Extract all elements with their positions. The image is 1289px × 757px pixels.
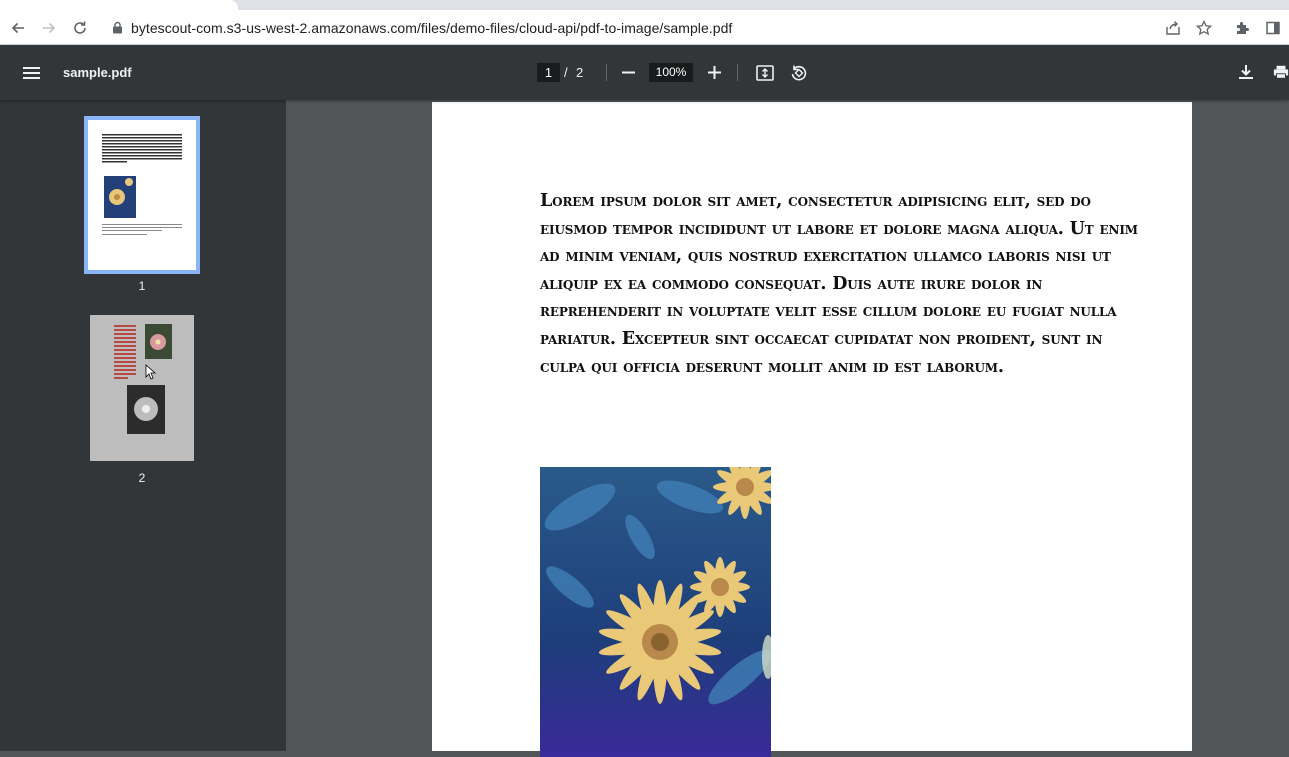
puzzle-icon[interactable] [1231, 17, 1253, 39]
thumbnail-label: 2 [138, 471, 146, 485]
thumbnail-page-1-preview [92, 124, 192, 266]
reload-icon[interactable] [69, 17, 91, 39]
fit-page-icon[interactable] [754, 62, 776, 84]
address-bar[interactable]: bytescout-com.s3-us-west-2.amazonaws.com… [112, 10, 732, 45]
page-number-input[interactable]: 1 [537, 63, 560, 82]
thumbnail-page-1[interactable] [84, 116, 200, 274]
star-icon[interactable] [1193, 17, 1215, 39]
thumbnail-page-2[interactable] [90, 315, 194, 461]
download-icon[interactable] [1236, 62, 1256, 82]
zoom-input[interactable]: 100% [649, 63, 693, 82]
page-separator: / [564, 65, 568, 80]
flower-image [540, 467, 771, 757]
thumbnail-page-2-preview [114, 324, 172, 434]
pdf-toolbar: sample.pdf 1 / 2 100% [0, 45, 1289, 100]
print-icon[interactable] [1273, 62, 1289, 82]
document-title: sample.pdf [63, 65, 132, 80]
lock-icon[interactable] [112, 21, 123, 34]
thumbnail-label: 1 [138, 279, 146, 293]
zoom-out-icon[interactable] [619, 63, 638, 82]
tab-strip [0, 0, 1289, 10]
browser-toolbar: bytescout-com.s3-us-west-2.amazonaws.com… [0, 10, 1289, 45]
side-panel-icon[interactable] [1262, 17, 1284, 39]
url-text: bytescout-com.s3-us-west-2.amazonaws.com… [131, 19, 733, 36]
forward-arrow-icon[interactable] [38, 17, 60, 39]
active-tab[interactable] [0, 0, 238, 10]
toolbar-divider [606, 64, 607, 81]
menu-icon[interactable] [19, 61, 43, 85]
pdf-page: Lorem ipsum dolor sit amet, consectetur … [432, 102, 1192, 757]
share-icon[interactable] [1162, 17, 1184, 39]
page-count: 2 [576, 65, 584, 80]
zoom-in-icon[interactable] [705, 63, 724, 82]
thumbnail-sidebar: 1 2 [0, 100, 286, 751]
document-paragraph: Lorem ipsum dolor sit amet, consectetur … [540, 191, 1138, 377]
rotate-icon[interactable] [788, 62, 810, 84]
back-arrow-icon[interactable] [7, 17, 29, 39]
toolbar-divider [737, 64, 738, 81]
